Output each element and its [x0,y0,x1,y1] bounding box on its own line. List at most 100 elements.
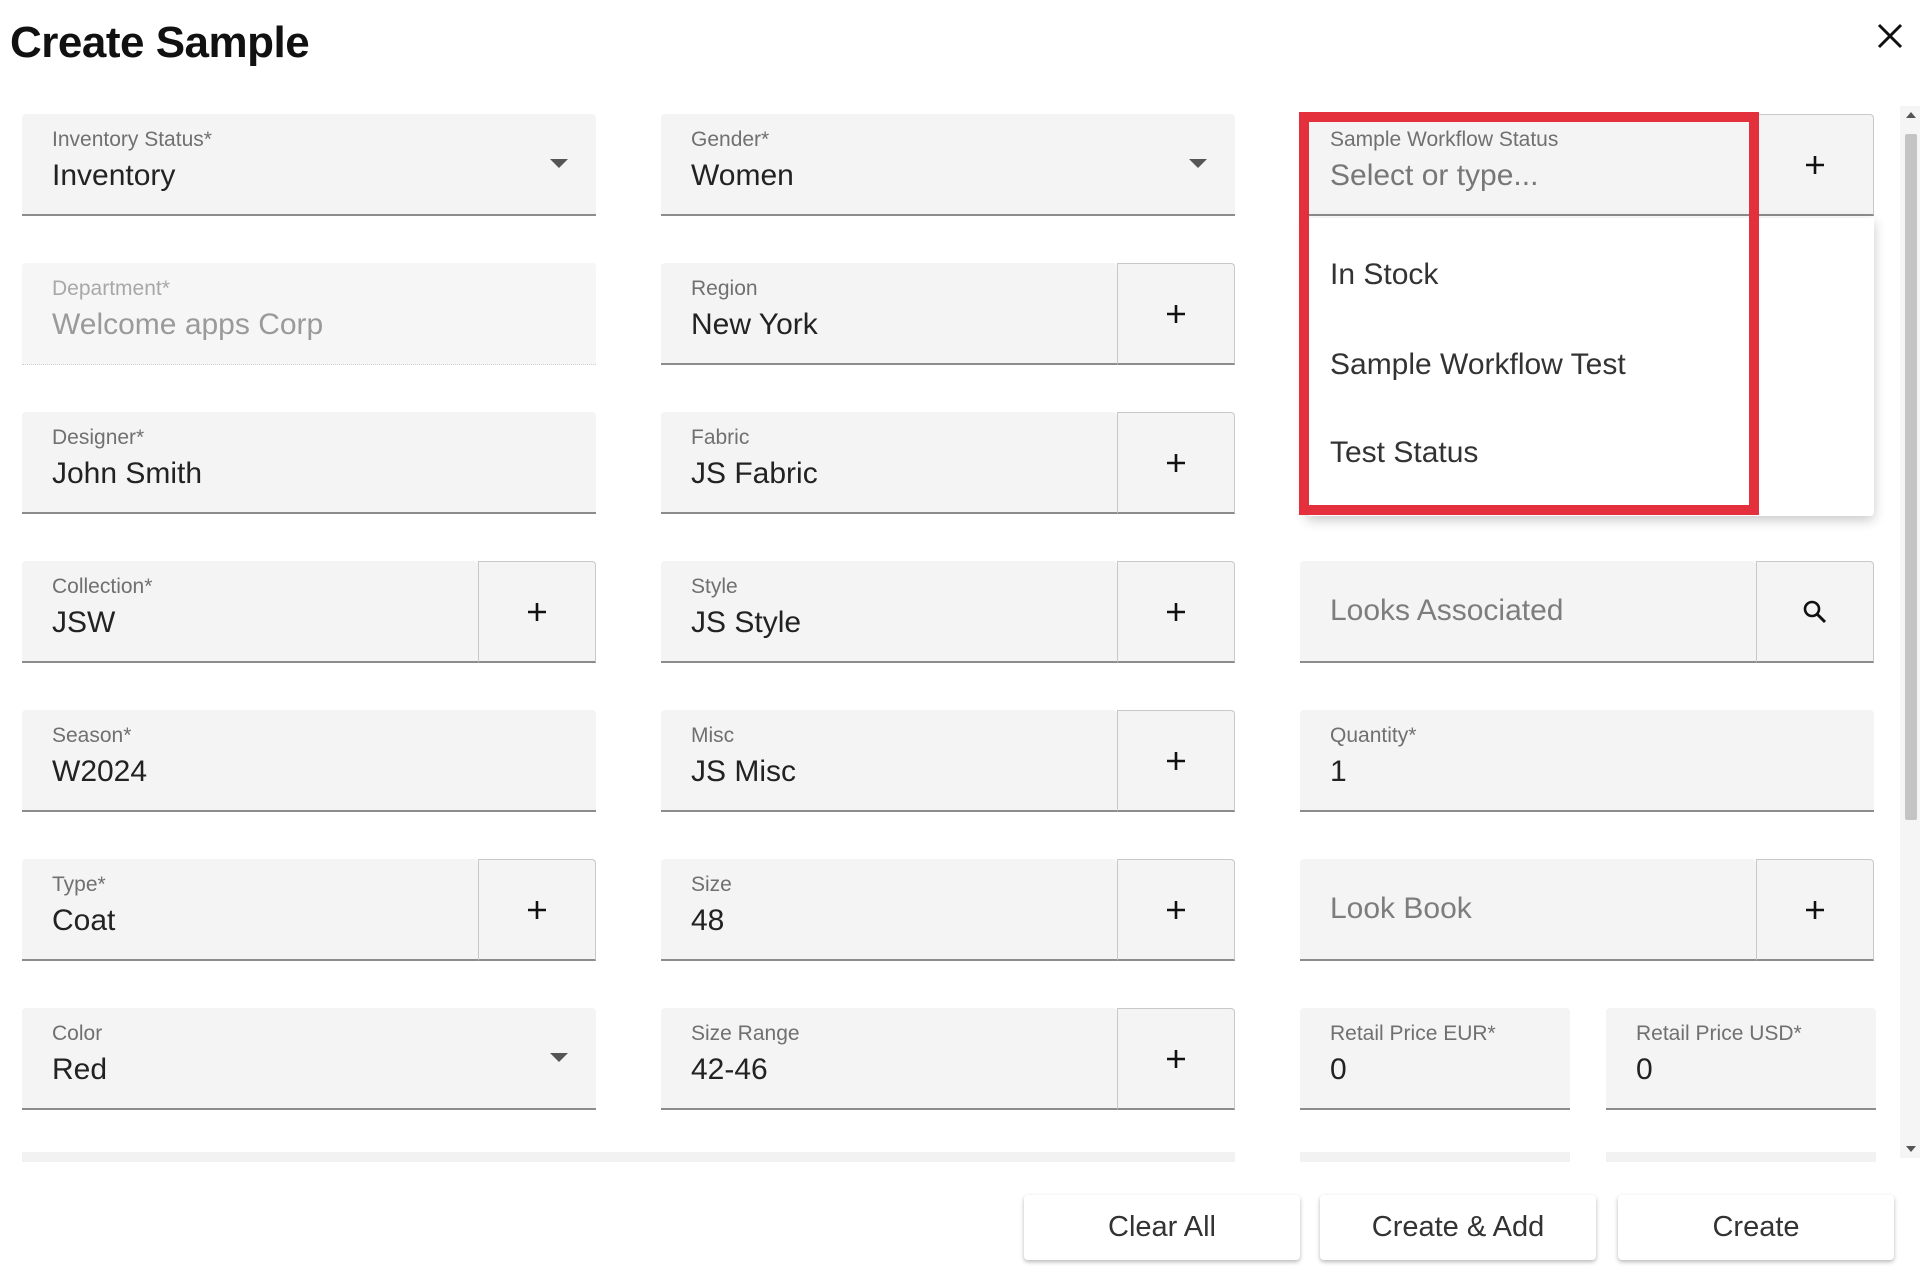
search-icon [1803,600,1827,623]
plus-icon [1167,751,1185,770]
chevron-down-icon [550,1053,568,1062]
dialog-title: Create Sample [10,18,310,67]
looks-associated-placeholder: Looks Associated [1330,594,1564,627]
region-label: Region [691,277,758,300]
type-value: Coat [52,904,116,937]
color-select[interactable]: Color Red [22,1008,596,1110]
add-style-button[interactable] [1117,561,1235,663]
color-label: Color [52,1022,103,1045]
add-size-button[interactable] [1117,859,1235,961]
size-range-label: Size Range [691,1022,800,1045]
create-button[interactable]: Create [1618,1195,1894,1260]
fabric-field[interactable]: Fabric JS Fabric [661,412,1117,514]
plus-icon [1167,602,1185,621]
retail-price-eur-field[interactable]: Retail Price EUR* 0 [1300,1008,1570,1110]
size-range-value: 42-46 [691,1053,768,1086]
plus-icon [528,602,546,621]
region-value: New York [691,308,818,341]
quantity-label: Quantity* [1330,724,1417,747]
workflow-status-menu: In Stock Sample Workflow Test Test Statu… [1306,218,1874,516]
misc-field[interactable]: Misc JS Misc [661,710,1117,812]
retail-price-usd-label: Retail Price USD* [1636,1022,1802,1045]
chevron-down-icon [550,159,568,168]
plus-icon [1167,900,1185,919]
add-region-button[interactable] [1117,263,1235,365]
department-field: Department* Welcome apps Corp [22,263,596,365]
type-field[interactable]: Type* Coat [22,859,478,961]
add-misc-button[interactable] [1117,710,1235,812]
look-book-input[interactable]: Look Book [1300,859,1756,961]
plus-icon [1806,155,1824,174]
designer-label: Designer* [52,426,145,449]
fabric-label: Fabric [691,426,750,449]
create-and-add-button[interactable]: Create & Add [1320,1195,1596,1260]
next-row-field [1300,1152,1570,1162]
chevron-down-icon [1189,159,1207,168]
add-collection-button[interactable] [478,561,596,663]
menu-option-sample-workflow-test[interactable]: Sample Workflow Test [1330,348,1626,382]
plus-icon [1806,900,1824,919]
scroll-down-arrow[interactable] [1906,1146,1916,1152]
scrollbar[interactable] [1900,106,1920,1158]
add-size-range-button[interactable] [1117,1008,1235,1110]
type-label: Type* [52,873,106,896]
next-row-field [1606,1152,1876,1162]
gender-select[interactable]: Gender* Women [661,114,1235,216]
season-label: Season* [52,724,132,747]
inventory-status-value: Inventory [52,159,176,192]
misc-value: JS Misc [691,755,796,788]
quantity-value: 1 [1330,755,1347,788]
plus-icon [528,900,546,919]
department-value: Welcome apps Corp [52,308,324,341]
look-book-placeholder: Look Book [1330,892,1472,925]
designer-value: John Smith [52,457,203,490]
looks-associated-input[interactable]: Looks Associated [1300,561,1756,663]
sample-workflow-status-placeholder: Select or type... [1330,159,1539,192]
collection-value: JSW [52,606,116,639]
menu-option-in-stock[interactable]: In Stock [1330,258,1438,292]
designer-field[interactable]: Designer* John Smith [22,412,596,514]
department-label: Department* [52,277,170,300]
inventory-status-label: Inventory Status* [52,128,212,151]
menu-option-test-status[interactable]: Test Status [1330,436,1478,470]
plus-icon [1167,304,1185,323]
clear-all-button[interactable]: Clear All [1024,1195,1300,1260]
retail-price-eur-label: Retail Price EUR* [1330,1022,1496,1045]
sample-workflow-status-input[interactable]: Sample Workflow Status Select or type... [1300,114,1756,216]
fabric-value: JS Fabric [691,457,818,490]
size-value: 48 [691,904,725,937]
close-icon [1877,23,1903,49]
season-value: W2024 [52,755,148,788]
retail-price-usd-field[interactable]: Retail Price USD* 0 [1606,1008,1876,1110]
misc-label: Misc [691,724,735,747]
scrollbar-thumb[interactable] [1905,134,1917,820]
retail-price-usd-value: 0 [1636,1053,1653,1086]
color-value: Red [52,1053,108,1086]
collection-field[interactable]: Collection* JSW [22,561,478,663]
add-workflow-status-button[interactable] [1756,114,1874,216]
gender-label: Gender* [691,128,770,151]
gender-value: Women [691,159,794,192]
scroll-up-arrow[interactable] [1906,112,1916,118]
search-looks-button[interactable] [1756,561,1874,663]
close-button[interactable] [1868,14,1912,58]
region-field[interactable]: Region New York [661,263,1117,365]
season-field[interactable]: Season* W2024 [22,710,596,812]
inventory-status-select[interactable]: Inventory Status* Inventory [22,114,596,216]
size-field[interactable]: Size 48 [661,859,1117,961]
quantity-field[interactable]: Quantity* 1 [1300,710,1874,812]
add-type-button[interactable] [478,859,596,961]
add-fabric-button[interactable] [1117,412,1235,514]
plus-icon [1167,1049,1185,1068]
sample-workflow-status-label: Sample Workflow Status [1330,128,1559,151]
retail-price-eur-value: 0 [1330,1053,1347,1086]
add-look-book-button[interactable] [1756,859,1874,961]
next-row-field [22,1152,1235,1162]
style-field[interactable]: Style JS Style [661,561,1117,663]
style-value: JS Style [691,606,802,639]
plus-icon [1167,453,1185,472]
collection-label: Collection* [52,575,153,598]
size-label: Size [691,873,732,896]
size-range-field[interactable]: Size Range 42-46 [661,1008,1117,1110]
style-label: Style [691,575,738,598]
